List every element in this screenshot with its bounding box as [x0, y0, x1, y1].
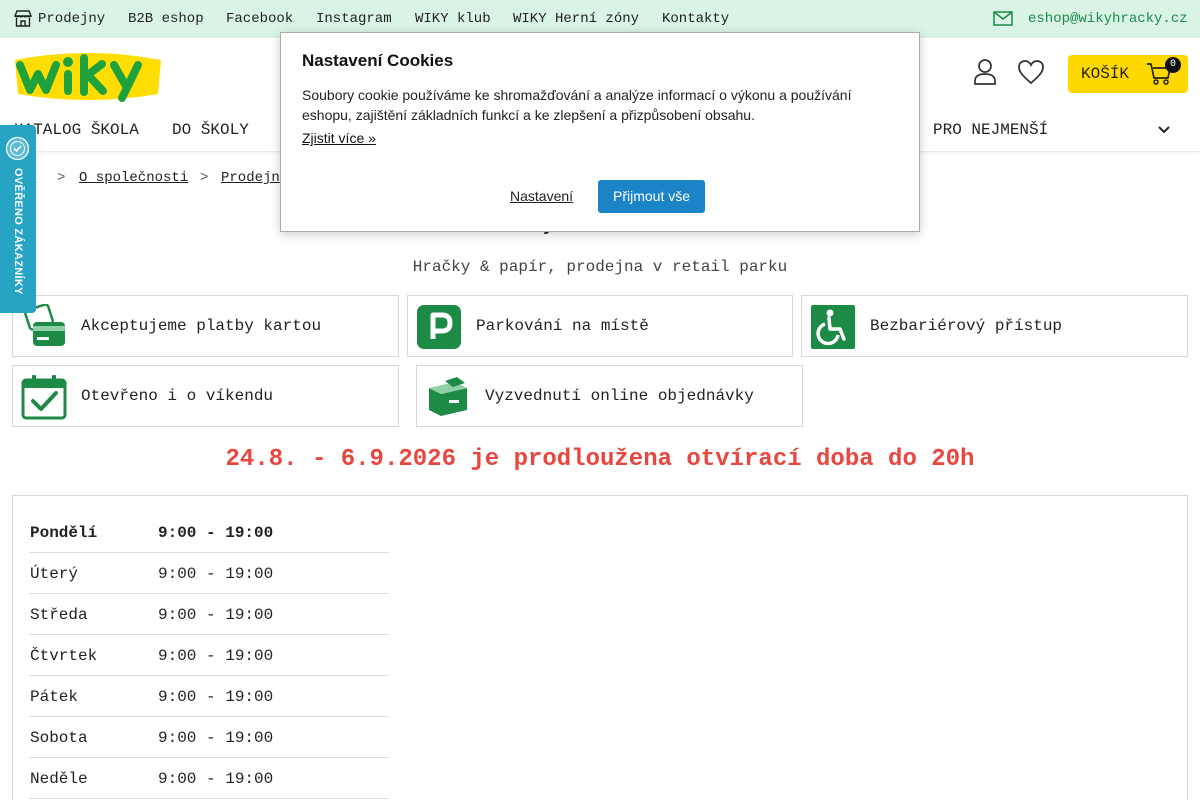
feature-card-wheelchair: Bezbariérový přístup — [801, 295, 1188, 357]
cookie-more-link[interactable]: Zjistit více » — [302, 130, 376, 146]
verified-seal-icon — [5, 136, 30, 161]
feature-label: Otevřeno i o víkendu — [81, 387, 274, 405]
cookie-accept-all-button[interactable]: Přijmout vše — [598, 180, 705, 213]
hours-day: Pondělí — [30, 524, 98, 542]
hours-time: 9:00 - 19:00 — [158, 729, 274, 747]
chevron-down-icon[interactable] — [1156, 122, 1172, 138]
nav-item-pro-nejmensi[interactable]: PRO NEJMENŠÍ — [933, 121, 1048, 139]
feature-card-card-payment: Akceptujeme platby kartou — [12, 295, 399, 357]
hours-row: Sobota 9:00 - 19:00 — [29, 717, 389, 758]
hours-time: 9:00 - 19:00 — [158, 770, 274, 788]
feature-label: Vyzvednutí online objednávky — [485, 387, 754, 405]
hours-row: Středa 9:00 - 19:00 — [29, 594, 389, 635]
cart-count-badge: 0 — [1165, 57, 1181, 73]
topbar-link-facebook[interactable]: Facebook — [226, 11, 293, 27]
topbar-link-instagram[interactable]: Instagram — [316, 11, 392, 27]
feature-card-weekend: Otevřeno i o víkendu — [12, 365, 399, 427]
wheelchair-icon — [811, 305, 855, 349]
topbar-link-prodejny[interactable]: Prodejny — [38, 11, 105, 27]
feature-label: Bezbariérový přístup — [870, 317, 1063, 335]
hours-day: Čtvrtek — [30, 647, 98, 665]
email-link[interactable]: eshop@wikyhracky.cz — [1028, 11, 1188, 27]
verified-by-customers-badge[interactable]: OVĚŘENO ZÁKAZNÍKY — [0, 125, 36, 313]
hours-time: 9:00 - 19:00 — [158, 565, 274, 583]
cart-button[interactable]: KOŠÍK 0 — [1068, 55, 1188, 93]
hours-day: Pátek — [30, 688, 79, 706]
cookie-text: Soubory cookie používáme ke shromažďován… — [302, 87, 852, 123]
verified-badge-label: OVĚŘENO ZÁKAZNÍKY — [12, 168, 24, 295]
breadcrumb-link-prodejny[interactable]: Prodejn — [221, 170, 280, 186]
package-pickup-icon — [429, 377, 467, 416]
user-account-icon[interactable] — [973, 58, 997, 86]
feature-card-parking: Parkování na místě — [407, 295, 793, 357]
mail-icon — [993, 11, 1013, 26]
hours-day: Středa — [30, 606, 88, 624]
opening-hours-table: Pondělí 9:00 - 19:00 Úterý 9:00 - 19:00 … — [12, 495, 1188, 800]
feature-card-online-pickup: Vyzvednutí online objednávky — [416, 365, 803, 427]
hours-row: Čtvrtek 9:00 - 19:00 — [29, 635, 389, 676]
opening-hours-notice: 24.8. - 6.9.2026 je prodloužena otvírací… — [225, 446, 975, 473]
nav-item-do-skoly[interactable]: DO ŠKOLY — [172, 121, 249, 139]
topbar-link-kontakty[interactable]: Kontakty — [662, 11, 729, 27]
feature-label: Parkování na místě — [476, 317, 649, 335]
topbar-link-herni-zony[interactable]: WIKY Herní zóny — [513, 11, 639, 27]
calendar-check-icon — [21, 375, 67, 420]
breadcrumb-separator: > — [200, 170, 209, 186]
cookie-settings-button[interactable]: Nastavení — [510, 188, 573, 204]
hours-time: 9:00 - 19:00 — [158, 688, 274, 706]
parking-icon — [417, 305, 461, 349]
cookie-consent-dialog: Nastavení Cookies Soubory cookie používá… — [280, 32, 920, 232]
hours-row: Neděle 9:00 - 19:00 — [29, 758, 389, 799]
topbar-link-wiky-klub[interactable]: WIKY klub — [415, 11, 491, 27]
hours-day: Neděle — [30, 770, 88, 788]
hours-row: Pátek 9:00 - 19:00 — [29, 676, 389, 717]
cart-label: KOŠÍK — [1081, 65, 1130, 83]
wishlist-heart-icon[interactable] — [1017, 59, 1045, 85]
hours-time: 9:00 - 19:00 — [158, 606, 274, 624]
hours-time: 9:00 - 19:00 — [158, 647, 274, 665]
store-icon — [14, 10, 32, 27]
hours-row: Úterý 9:00 - 19:00 — [29, 553, 389, 594]
wiky-logo[interactable] — [12, 50, 164, 102]
store-subtitle: Hračky & papír, prodejna v retail parku — [412, 258, 788, 276]
cookie-title: Nastavení Cookies — [302, 51, 454, 70]
topbar-link-b2b-eshop[interactable]: B2B eshop — [128, 11, 204, 27]
hours-time: 9:00 - 19:00 — [158, 524, 274, 542]
hours-day: Sobota — [30, 729, 88, 747]
breadcrumb-link-o-spolecnosti[interactable]: O společnosti — [79, 170, 188, 186]
hours-row: Pondělí 9:00 - 19:00 — [29, 512, 389, 553]
breadcrumb-separator: > — [57, 170, 66, 186]
hours-day: Úterý — [30, 565, 79, 583]
feature-label: Akceptujeme platby kartou — [81, 317, 322, 335]
